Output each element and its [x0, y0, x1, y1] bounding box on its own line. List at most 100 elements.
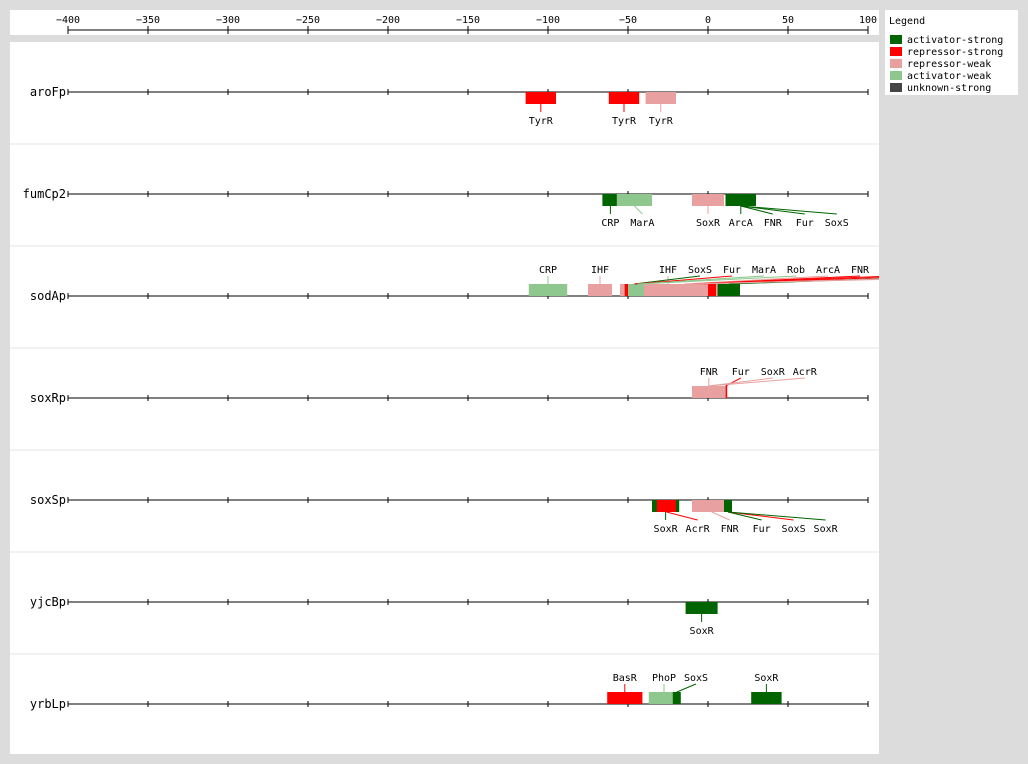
site-label: IHF [591, 265, 609, 276]
site-label: Fur [723, 265, 741, 276]
binding-site-tyrr [525, 92, 556, 104]
promoter-name: soxSp [30, 493, 66, 507]
site-label: TyrR [529, 116, 554, 127]
promoter-name: sodAp [30, 289, 66, 303]
site-label: CRP [539, 265, 557, 276]
site-label: AcrR [793, 367, 818, 378]
legend-swatch-activator-strong [890, 35, 902, 44]
site-label: Fur [732, 367, 750, 378]
promoter-tracks: aroFp TyrR TyrR TyrR fumCp2 CRP MarA SoxR ArcA FN… [10, 85, 879, 711]
site-label: Rob [787, 265, 805, 276]
position-axis: −400 −350 −300 −250 −200 −150 −100 −50 0 50 100 [56, 15, 877, 34]
axis-tick-label: −150 [456, 15, 480, 26]
axis-panel: −400 −350 −300 −250 −200 −150 −100 −50 0 50 100 [10, 10, 879, 35]
site-label: IHF [659, 265, 677, 276]
legend-label: repressor-strong [907, 47, 1003, 58]
binding-site-soxs [725, 194, 756, 206]
binding-site-acrr [692, 386, 726, 398]
binding-site-soxs [672, 692, 681, 704]
promoter-map: aroFp TyrR TyrR TyrR fumCp2 CRP MarA SoxR ArcA FN… [10, 42, 879, 754]
site-leader-line [666, 511, 698, 521]
promoter-name: aroFp [30, 85, 66, 99]
site-label: MarA [752, 265, 776, 276]
binding-site-tyrr [608, 92, 640, 104]
site-leader-line [634, 205, 643, 215]
site-label: SoxS [782, 524, 806, 535]
promoter-name: soxRp [30, 391, 66, 405]
site-label: BasR [613, 673, 638, 684]
binding-site-arca [676, 284, 708, 296]
binding-site-fur [717, 284, 740, 296]
site-leader-line [711, 511, 730, 521]
promoter-name: yrbLp [30, 697, 66, 711]
promoter-name: yjcBp [30, 595, 66, 609]
axis-tick-label: −350 [136, 15, 160, 26]
axis-tick-label: −300 [216, 15, 240, 26]
promoter-row-sodAp: sodApCRPIHFIHFSoxSFurMarARobArcAFNRFurFu… [10, 245, 879, 303]
legend-swatch-unknown-strong [890, 83, 902, 92]
site-label: TyrR [612, 116, 637, 127]
site-label: ArcA [729, 218, 753, 229]
axis-tick-label: 100 [859, 15, 877, 26]
promoter-row-fumCp2: fumCp2 CRP MarA SoxR ArcA FNR Fur SoxS [10, 143, 879, 229]
site-label: PhoP [652, 673, 676, 684]
site-label: SoxR [814, 524, 839, 535]
site-label: SoxS [825, 218, 849, 229]
legend-swatch-activator-weak [890, 71, 902, 80]
legend-swatch-repressor-strong [890, 47, 902, 56]
site-leader-line [708, 377, 805, 387]
binding-site-crp [528, 284, 568, 296]
binding-site-mara [616, 194, 652, 206]
legend-graphic: Legend activator-strongrepressor-strongre… [889, 16, 1003, 94]
site-label: FNR [851, 265, 870, 276]
binding-site-soxr [751, 692, 782, 704]
binding-site-soxr [692, 194, 724, 206]
legend-swatch-repressor-weak [890, 59, 902, 68]
legend-label: repressor-weak [907, 59, 991, 70]
promoter-row-yjcBp: yjcBp SoxR [10, 551, 879, 637]
site-label: ArcA [816, 265, 840, 276]
site-label: SoxR [690, 626, 715, 637]
promoter-row-aroFp: aroFp TyrR TyrR TyrR [30, 85, 869, 127]
axis-tick-label: −200 [376, 15, 400, 26]
axis-tick-label: −250 [296, 15, 320, 26]
axis-tick-label: −400 [56, 15, 80, 26]
binding-site-soxr [685, 602, 718, 614]
legend: Legend activator-strong repressor-strong re… [885, 10, 1018, 95]
site-label: FNR [700, 367, 719, 378]
legend-title: Legend [889, 16, 925, 27]
binding-site-ihf [588, 284, 612, 296]
axis-tick-label: 0 [705, 15, 711, 26]
axis-tick-label: −100 [536, 15, 560, 26]
site-label: Fur [796, 218, 814, 229]
site-label: Fur [753, 524, 771, 535]
legend-label: activator-weak [907, 71, 991, 82]
promoter-row-soxRp: soxRp FNR Fur SoxR AcrR [10, 347, 879, 405]
axis-tick-label: −50 [619, 15, 637, 26]
promoter-row-soxSp: soxSp SoxR AcrR FNR Fur SoxS SoxR [10, 449, 879, 535]
site-label: FNR [721, 524, 740, 535]
axis-tick-label: 50 [782, 15, 794, 26]
site-leader-line [727, 511, 826, 521]
legend-label: activator-strong [907, 35, 1003, 46]
site-label: SoxS [688, 265, 712, 276]
promoter-row-yrbLp: yrbLp BasR PhoP SoxS SoxR [10, 653, 879, 711]
binding-site-acrr [656, 500, 676, 512]
site-leader-line [676, 683, 697, 693]
legend-label: unknown-strong [907, 83, 991, 94]
site-label: FNR [764, 218, 783, 229]
binding-site-basr [607, 692, 643, 704]
site-label: SoxR [754, 673, 779, 684]
site-label: SoxS [684, 673, 708, 684]
site-label: MarA [630, 218, 654, 229]
binding-site-crp [602, 194, 619, 206]
site-label: SoxR [761, 367, 786, 378]
promoter-name: fumCp2 [23, 187, 66, 201]
site-label: AcrR [686, 524, 711, 535]
site-label: TyrR [649, 116, 674, 127]
site-label: SoxR [654, 524, 679, 535]
site-label: CRP [601, 218, 619, 229]
site-label: SoxR [696, 218, 721, 229]
binding-site-tyrr [645, 92, 676, 104]
binding-site-soxr [724, 500, 732, 512]
